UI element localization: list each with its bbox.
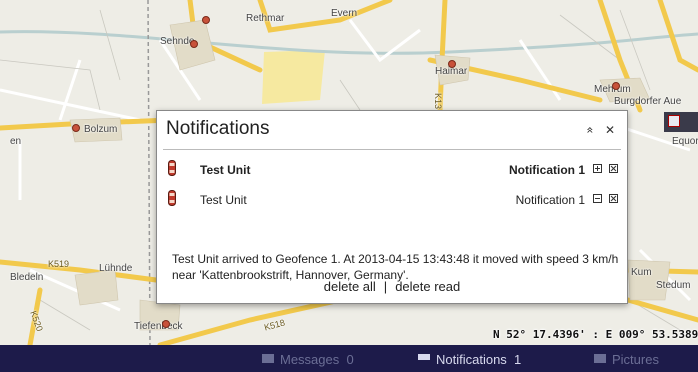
place-label: Kum bbox=[631, 267, 652, 278]
collapse-row-icon[interactable] bbox=[593, 194, 602, 203]
messages-tab[interactable]: Messages 0 bbox=[262, 352, 354, 367]
notification-row[interactable]: Test Unit Notification 1 bbox=[165, 160, 619, 180]
notification-icon bbox=[418, 354, 430, 363]
panel-actions: delete all | delete read bbox=[157, 279, 627, 294]
place-label: Burgdorfer Aue bbox=[614, 96, 682, 107]
unit-name: Test Unit bbox=[200, 193, 247, 207]
town-marker bbox=[202, 16, 210, 24]
panel-header-buttons: » ✕ bbox=[578, 123, 615, 137]
status-bar: Messages 0 Notifications 1 Pictures bbox=[0, 345, 698, 372]
notifications-count: 1 bbox=[514, 352, 522, 367]
messages-label: Messages bbox=[280, 352, 340, 367]
notifications-panel: Notifications » ✕ Test Unit Notification… bbox=[156, 110, 628, 304]
notifications-tab[interactable]: Notifications 1 bbox=[418, 352, 521, 367]
collapse-icon[interactable]: » bbox=[582, 126, 596, 133]
place-label: Stedum bbox=[656, 280, 691, 291]
notification-row[interactable]: Test Unit Notification 1 bbox=[165, 190, 619, 210]
map-tool-button[interactable] bbox=[664, 112, 698, 132]
road-label: K13 bbox=[433, 92, 444, 110]
delete-all-link[interactable]: delete all bbox=[324, 279, 376, 294]
map-layer-icon bbox=[668, 115, 680, 127]
delete-read-link[interactable]: delete read bbox=[395, 279, 460, 294]
place-label: Tiefenbeck bbox=[134, 321, 183, 332]
town-marker bbox=[162, 320, 170, 328]
action-separator: | bbox=[383, 279, 388, 294]
place-label: Bolzum bbox=[84, 124, 118, 135]
place-label: en bbox=[10, 136, 22, 147]
unit-car-icon bbox=[168, 190, 176, 209]
delete-icon[interactable] bbox=[609, 164, 618, 173]
envelope-icon bbox=[262, 354, 274, 363]
notifications-label: Notifications bbox=[436, 352, 507, 367]
unit-car-icon bbox=[168, 160, 176, 179]
place-label: Lühnde bbox=[99, 263, 133, 274]
close-icon[interactable]: ✕ bbox=[605, 123, 615, 137]
town-marker bbox=[448, 60, 456, 68]
road-label: K519 bbox=[48, 259, 70, 269]
pictures-label: Pictures bbox=[612, 352, 659, 367]
divider bbox=[163, 149, 621, 150]
picture-icon bbox=[594, 354, 606, 363]
town-marker bbox=[72, 124, 80, 132]
town-marker bbox=[612, 82, 620, 90]
town-marker bbox=[190, 40, 198, 48]
place-label: Equord bbox=[672, 136, 698, 147]
expand-icon[interactable] bbox=[593, 164, 602, 173]
messages-count: 0 bbox=[346, 352, 354, 367]
place-label: Evern bbox=[331, 8, 358, 19]
notification-name: Notification 1 bbox=[508, 163, 585, 177]
coordinate-readout: N 52° 17.4396' : E 009° 53.5389' bbox=[493, 328, 698, 341]
notification-name: Notification 1 bbox=[515, 193, 585, 207]
place-label: Rethmar bbox=[246, 13, 285, 24]
delete-icon[interactable] bbox=[609, 194, 618, 203]
pictures-tab[interactable]: Pictures bbox=[594, 352, 659, 367]
panel-title: Notifications bbox=[166, 118, 270, 139]
place-label: Bledeln bbox=[10, 272, 44, 283]
unit-name: Test Unit bbox=[200, 163, 251, 177]
